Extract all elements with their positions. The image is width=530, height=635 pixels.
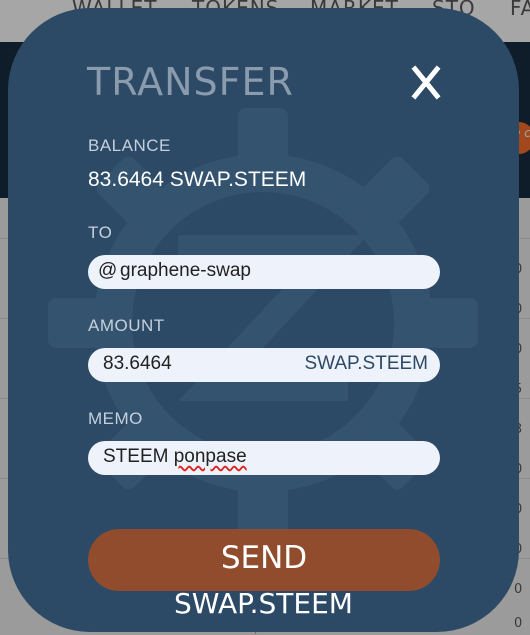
memo-field-value: STEEM ponpase (103, 446, 247, 468)
balance-value: 83.6464 SWAP.STEEM (88, 168, 307, 191)
memo-label: MEMO (88, 409, 143, 428)
memo-word: STEEM (103, 446, 169, 467)
balance-label: BALANCE (88, 136, 171, 155)
amount-field-value: 83.6464 (103, 353, 172, 374)
to-label: TO (88, 223, 113, 242)
footer-token-name: SWAP.STEEM (174, 587, 353, 620)
transfer-modal: TRANSFER BALANCE 83.6464 SWAP.STEEM TO @… (8, 8, 519, 632)
memo-field[interactable]: STEEM ponpase (88, 441, 440, 475)
amount-unit: SWAP.STEEM (304, 353, 428, 374)
amount-label: AMOUNT (88, 316, 165, 335)
to-field-value: graphene-swap (120, 260, 251, 281)
to-field[interactable]: @ graphene-swap (88, 255, 440, 289)
amount-field[interactable]: 83.6464 SWAP.STEEM (88, 348, 440, 382)
memo-word-misspelled: ponpase (173, 446, 247, 467)
send-button[interactable]: SEND (88, 529, 440, 591)
modal-title: TRANSFER (87, 60, 294, 104)
at-sign-prefix: @ (98, 260, 118, 281)
nav-item-fa[interactable]: FA (510, 0, 530, 20)
close-icon[interactable] (406, 62, 446, 102)
